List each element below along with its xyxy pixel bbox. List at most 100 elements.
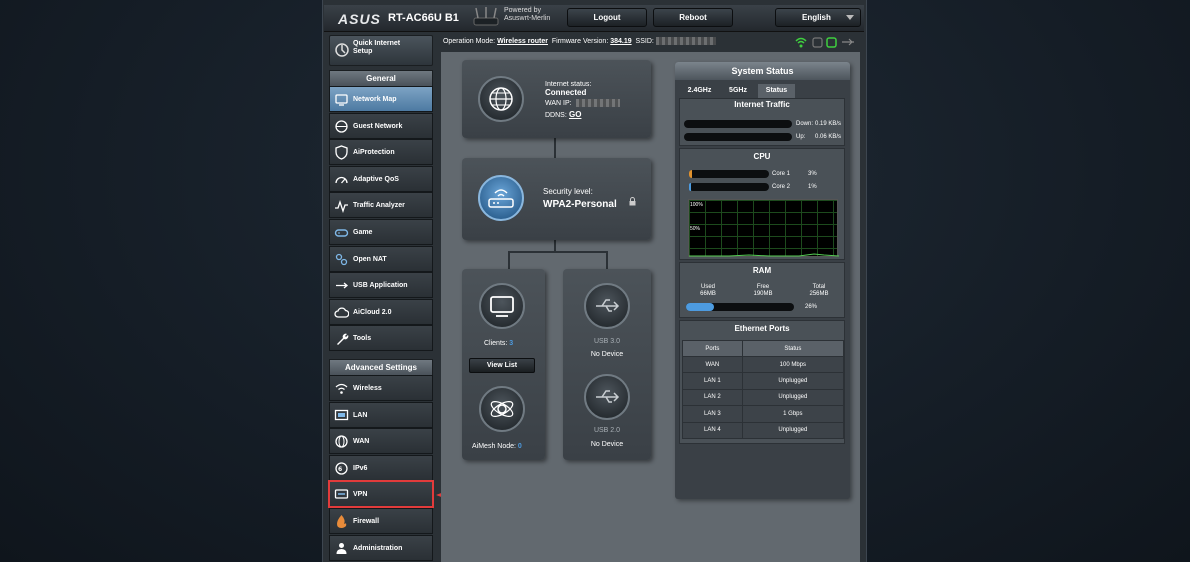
sidebar-item-administration[interactable]: Administration: [329, 534, 433, 561]
up-label: Up:: [796, 134, 806, 140]
sidebar-item-aicloud-2-0[interactable]: AiCloud 2.0: [329, 298, 433, 325]
vpn-icon: [334, 489, 349, 500]
aimesh-label-text: AiMesh Node:: [472, 443, 516, 450]
usb-3-title: USB 3.0: [593, 338, 621, 345]
router-icon: [473, 7, 499, 26]
ram-total-label: Total: [812, 284, 826, 290]
sidebar-item-adaptive-qos[interactable]: Adaptive QoS: [329, 165, 433, 192]
lock-icon: [629, 197, 636, 206]
logout-button[interactable]: Logout: [567, 8, 647, 27]
clients-label: Clients: 3: [484, 339, 513, 348]
operation-mode-link[interactable]: Wireless router: [497, 38, 548, 45]
sidebar-item-network-map[interactable]: Network Map: [329, 86, 433, 112]
usb-2-status: No Device: [590, 441, 624, 448]
table-row: WAN 100 Mbps: [682, 355, 845, 374]
ram-bar: [686, 303, 794, 311]
sidebar-item-traffic-analyzer[interactable]: Traffic Analyzer: [329, 192, 433, 219]
down-value: 0.19 KB/s: [814, 121, 841, 127]
ssid-label: SSID:: [635, 38, 654, 45]
usb-card: USB 3.0 No Device USB 2.0 No Device: [563, 269, 651, 460]
sidebar-item-ipv6[interactable]: 6 IPv6: [329, 454, 433, 481]
tab-2-4ghz[interactable]: 2.4GHz: [681, 84, 718, 98]
wifi-status-icon: [795, 37, 807, 48]
wan-ip-redacted: [576, 99, 620, 107]
sidebar-item-label: AiCloud 2.0: [353, 308, 392, 316]
globe-icon: [478, 76, 524, 122]
sidebar-item-label: VPN: [353, 491, 368, 499]
connector-line: [554, 138, 556, 158]
sidebar-item-game[interactable]: Game: [329, 219, 433, 245]
status-icons: [795, 37, 854, 48]
sidebar-item-label: Administration: [353, 544, 403, 552]
aimesh-icon[interactable]: [479, 386, 525, 432]
ddns-go-link[interactable]: GO: [569, 110, 581, 119]
core2-fill: [689, 183, 691, 191]
usb-status-icon: [842, 38, 854, 46]
tab-5ghz[interactable]: 5GHz: [719, 84, 757, 98]
sidebar-item-aiprotection[interactable]: AiProtection: [329, 139, 433, 166]
advanced-section-title: Advanced Settings: [329, 359, 433, 376]
sidebar-item-wireless[interactable]: Wireless: [329, 375, 433, 401]
router-model: RT-AC66U B1: [388, 12, 459, 24]
tab-status[interactable]: Status: [758, 84, 795, 98]
guest-network-icon: [335, 119, 348, 133]
ethernet-table: Ports Status WAN 100 Mbps LAN 1 Unplugged LA…: [682, 340, 845, 439]
open-nat-icon: [335, 253, 348, 265]
quick-setup-label: Quick Internet Setup: [353, 40, 400, 56]
app-status-icon: [812, 37, 823, 48]
core2-bar: [689, 183, 769, 191]
chevron-down-icon: [846, 15, 854, 20]
sidebar-item-usb-application[interactable]: USB Application: [329, 272, 433, 299]
connector-line: [508, 251, 510, 269]
table-row: LAN 1 Unplugged: [682, 372, 845, 390]
aimesh-count: 0: [517, 443, 522, 450]
port-name: LAN 1: [682, 372, 743, 390]
reboot-button[interactable]: Reboot: [653, 8, 733, 27]
sidebar-item-tools[interactable]: Tools: [329, 325, 433, 352]
core2-value: 1%: [808, 184, 817, 190]
sidebar-item-label: Traffic Analyzer: [353, 202, 405, 210]
usb-2-icon[interactable]: [584, 374, 630, 420]
usb-3-icon[interactable]: [584, 283, 630, 329]
sidebar-item-firewall[interactable]: Firewall: [329, 508, 433, 534]
router-card[interactable]: Security level: WPA2-Personal: [462, 158, 651, 240]
port-name: LAN 4: [682, 421, 743, 439]
firmware-link[interactable]: 384.19: [610, 38, 631, 45]
firmware-label: Firmware Version:: [551, 38, 609, 45]
sidebar-item-guest-network[interactable]: Guest Network: [329, 112, 433, 139]
language-value: English: [802, 13, 831, 22]
ipv6-icon: 6: [335, 462, 348, 475]
ram-total-value: 256MB: [809, 291, 829, 297]
internet-card[interactable]: Internet status: Connected WAN IP: DDNS:…: [462, 60, 651, 138]
sidebar-item-lan[interactable]: LAN: [329, 401, 433, 428]
core2-label: Core 2: [772, 184, 791, 190]
connector-line: [508, 251, 608, 253]
internet-traffic-title: Internet Traffic: [734, 100, 790, 109]
sidebar-item-label: Wireless: [353, 385, 382, 392]
aimesh-label: AiMesh Node: 0: [472, 442, 522, 451]
port-status: Unplugged: [741, 388, 845, 407]
status-header: Status: [741, 340, 845, 357]
language-select[interactable]: English: [775, 8, 861, 27]
table-row: LAN 2 Unplugged: [682, 388, 845, 407]
cloud-icon: [334, 307, 349, 318]
cpu-title: CPU: [753, 152, 771, 161]
ram-percent: 26%: [805, 304, 818, 310]
shield-icon: [335, 145, 348, 160]
sidebar-item-wan[interactable]: WAN: [329, 428, 433, 455]
sidebar-item-label: Game: [353, 229, 373, 236]
view-list-button[interactable]: View List: [469, 358, 535, 373]
ram-used-label: Used: [700, 284, 715, 290]
table-row: LAN 31 Gbps: [682, 405, 845, 423]
quick-internet-setup-button[interactable]: Quick Internet Setup: [329, 35, 433, 66]
quick-setup-line2: Setup: [353, 48, 373, 55]
clients-card[interactable]: Clients: 3 View List AiMesh Node: 0: [462, 269, 545, 460]
clients-count: 3: [509, 340, 514, 347]
sidebar-item-open-nat[interactable]: Open NAT: [329, 245, 433, 272]
firewall-icon: [337, 515, 347, 528]
ram-used-value: 66MB: [700, 291, 716, 297]
security-level-label: Security level:: [543, 187, 593, 196]
top-bar: ASUS RT-AC66U B1 Powered by Asuswrt-Merl…: [324, 5, 864, 32]
up-value: 0.06 KB/s: [814, 134, 841, 140]
sidebar-item-vpn[interactable]: VPN: [328, 480, 434, 509]
